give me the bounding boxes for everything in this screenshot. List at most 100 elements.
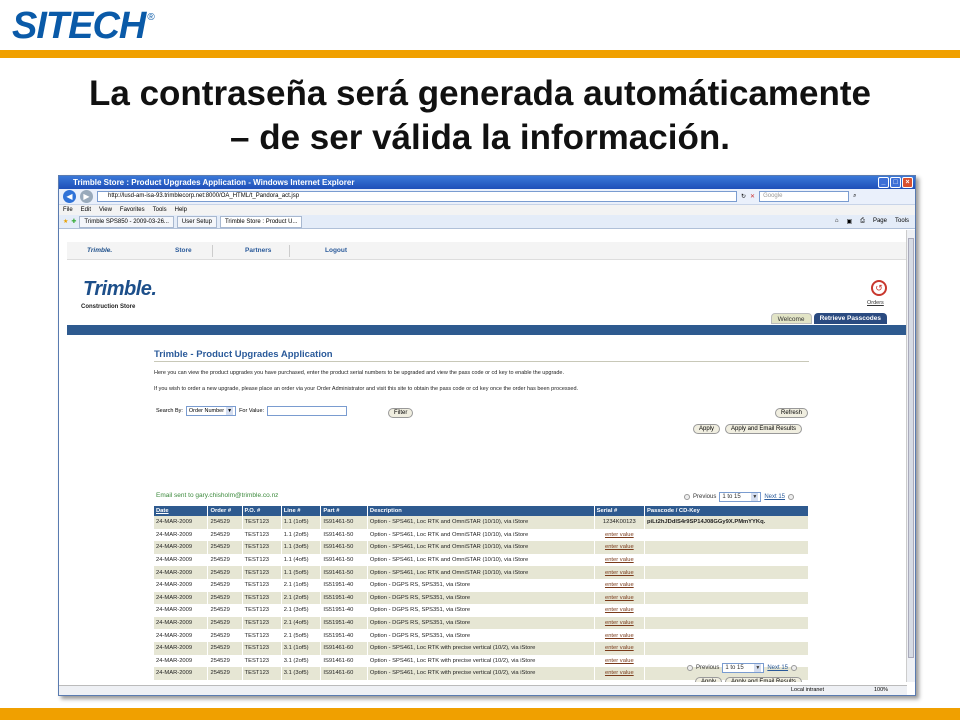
cell-serial: 1234K00123 xyxy=(594,516,646,529)
menu-tools[interactable]: Tools xyxy=(153,207,167,213)
pager-previous[interactable]: Previous xyxy=(696,665,719,671)
previous-icon[interactable] xyxy=(687,665,693,671)
cell-line: 3.1 (1of5) xyxy=(281,641,322,655)
cell-serial[interactable]: enter value xyxy=(594,654,646,668)
apply-button[interactable]: Apply xyxy=(695,677,723,682)
tab-retrieve-passcodes[interactable]: Retrieve Passcodes xyxy=(813,313,887,324)
tools-menu[interactable]: Tools xyxy=(895,218,909,225)
pager-next[interactable]: Next 15 xyxy=(767,665,788,671)
cell-passcode xyxy=(644,553,809,567)
tab-sps850[interactable]: Trimble SPS850 - 2009-03-26... xyxy=(79,215,174,228)
page-menu[interactable]: Page xyxy=(873,218,887,225)
pager-top: Previous 1 to 15 ▼ Next 15 xyxy=(684,492,795,502)
home-icon[interactable]: ⌂ xyxy=(835,218,839,225)
col-date[interactable]: Date xyxy=(154,506,209,516)
cell-part: IS91461-60 xyxy=(320,641,368,655)
col-passcode: Passcode / CD-Key xyxy=(644,506,809,516)
cell-serial[interactable]: enter value xyxy=(594,616,646,630)
tab-user-setup[interactable]: User Setup xyxy=(176,215,217,228)
address-bar: ◀ ▶ http://lusd-am-isa-93.trimblecorp.ne… xyxy=(59,189,915,205)
cell-serial[interactable]: enter value xyxy=(594,604,646,617)
apply-email-button[interactable]: Apply and Email Results xyxy=(725,424,803,434)
cell-po: TEST123 xyxy=(242,553,282,567)
favorites-star-icon[interactable]: ★ xyxy=(63,218,68,225)
cell-serial[interactable]: enter value xyxy=(594,591,646,605)
cell-passcode xyxy=(644,591,809,605)
chevron-down-icon: ▼ xyxy=(754,664,762,672)
cell-line: 2.1 (4of5) xyxy=(281,616,322,630)
apply-email-button[interactable]: Apply and Email Results xyxy=(725,677,803,682)
cell-date: 24-MAR-2009 xyxy=(154,616,209,630)
apply-button[interactable]: Apply xyxy=(693,424,721,434)
cell-serial[interactable]: enter value xyxy=(594,541,646,554)
previous-icon[interactable] xyxy=(684,494,690,500)
refresh-icon[interactable]: ↻ xyxy=(741,193,746,200)
table-row: 24-MAR-2009 254529 TEST123 1.1 (4of5) IS9146… xyxy=(154,553,809,567)
menu-view[interactable]: View xyxy=(99,207,112,213)
search-input[interactable]: Google xyxy=(759,191,850,202)
menu-help[interactable]: Help xyxy=(175,207,187,213)
cell-description: Option - DGPS RS, SPS351, via iStore xyxy=(367,629,595,642)
menu-favorites[interactable]: Favorites xyxy=(120,207,145,213)
feeds-icon[interactable]: ▣ xyxy=(846,218,852,225)
cell-serial[interactable]: enter value xyxy=(594,629,646,642)
nav-partners[interactable]: Partners xyxy=(245,247,271,254)
close-button[interactable]: × xyxy=(902,177,913,188)
header-divider-bar xyxy=(67,325,907,335)
menu-edit[interactable]: Edit xyxy=(81,207,91,213)
table-row: 24-MAR-2009 254529 TEST123 3.1 (1of5) IS9146… xyxy=(154,641,809,655)
nav-divider xyxy=(212,245,213,257)
cell-serial[interactable]: enter value xyxy=(594,679,646,682)
sub-tabs: Welcome Retrieve Passcodes xyxy=(770,313,887,324)
print-icon[interactable]: ⎙ xyxy=(860,218,865,225)
forward-icon[interactable]: ▶ xyxy=(80,190,93,203)
value-input[interactable] xyxy=(267,406,348,416)
pager-previous[interactable]: Previous xyxy=(693,494,716,500)
minimize-button[interactable]: _ xyxy=(878,177,889,188)
nav-trimble-logo[interactable]: Trimble. xyxy=(87,247,112,254)
search-by-value: Order Number xyxy=(188,408,225,414)
vertical-scrollbar[interactable] xyxy=(906,230,915,682)
pager-range-select[interactable]: 1 to 15 ▼ xyxy=(722,663,765,673)
table-row: 24-MAR-2009 254529 TEST123 2.1 (2of5) IS5195… xyxy=(154,591,809,605)
back-icon[interactable]: ◀ xyxy=(63,190,76,203)
email-notice: Email sent to gary.chisholm@trimble.co.n… xyxy=(156,492,279,499)
cell-part: IS91461-50 xyxy=(320,541,368,554)
next-icon[interactable] xyxy=(791,665,798,671)
stop-icon[interactable]: ✕ xyxy=(750,193,755,200)
pager-range-select[interactable]: 1 to 15 ▼ xyxy=(719,492,762,502)
nav-logout[interactable]: Logout xyxy=(325,247,347,254)
intro-text: Here you can view the product upgrades y… xyxy=(154,370,565,376)
search-by-select[interactable]: Order Number ▼ xyxy=(185,406,237,416)
scroll-thumb[interactable] xyxy=(908,238,914,658)
search-icon[interactable]: ⌕ xyxy=(853,193,856,200)
zoom-level[interactable]: 100% xyxy=(874,687,888,693)
url-input[interactable]: http://lusd-am-isa-93.trimblecorp.net:80… xyxy=(97,191,737,202)
col-po: P.O. # xyxy=(242,506,282,516)
refresh-button[interactable]: Refresh xyxy=(775,408,809,418)
cell-serial[interactable]: enter value xyxy=(594,641,646,655)
cell-description: Option - DGPS RS, SPS351, via iStore xyxy=(367,578,595,592)
add-favorites-icon[interactable]: ✚ xyxy=(71,218,76,225)
tab-trimble-store[interactable]: Trimble Store : Product U... xyxy=(219,215,303,228)
cell-part: IS91461-60 xyxy=(320,667,368,680)
registered-mark: ® xyxy=(147,12,155,23)
maximize-button[interactable]: □ xyxy=(890,177,901,188)
headline-line-1: La contraseña será generada automáticame… xyxy=(89,74,871,113)
menu-file[interactable]: File xyxy=(63,207,73,213)
pager-next[interactable]: Next 15 xyxy=(764,494,785,500)
nav-store[interactable]: Store xyxy=(175,247,192,254)
cell-serial[interactable]: enter value xyxy=(594,528,646,542)
cell-serial[interactable]: enter value xyxy=(594,667,646,680)
orders-link[interactable]: Orders xyxy=(867,300,884,306)
cell-serial[interactable]: enter value xyxy=(594,553,646,567)
orders-icon[interactable]: ↺ xyxy=(871,280,887,296)
sitech-logo: SITECH ® xyxy=(12,6,155,46)
cell-serial[interactable]: enter value xyxy=(594,578,646,592)
filter-button[interactable]: Filter xyxy=(388,408,414,418)
browser-window: Trimble Store : Product Upgrades Applica… xyxy=(58,175,916,696)
tab-welcome[interactable]: Welcome xyxy=(770,313,812,324)
cell-date: 24-MAR-2009 xyxy=(154,654,209,668)
cell-serial[interactable]: enter value xyxy=(594,566,646,579)
next-icon[interactable] xyxy=(788,494,795,500)
